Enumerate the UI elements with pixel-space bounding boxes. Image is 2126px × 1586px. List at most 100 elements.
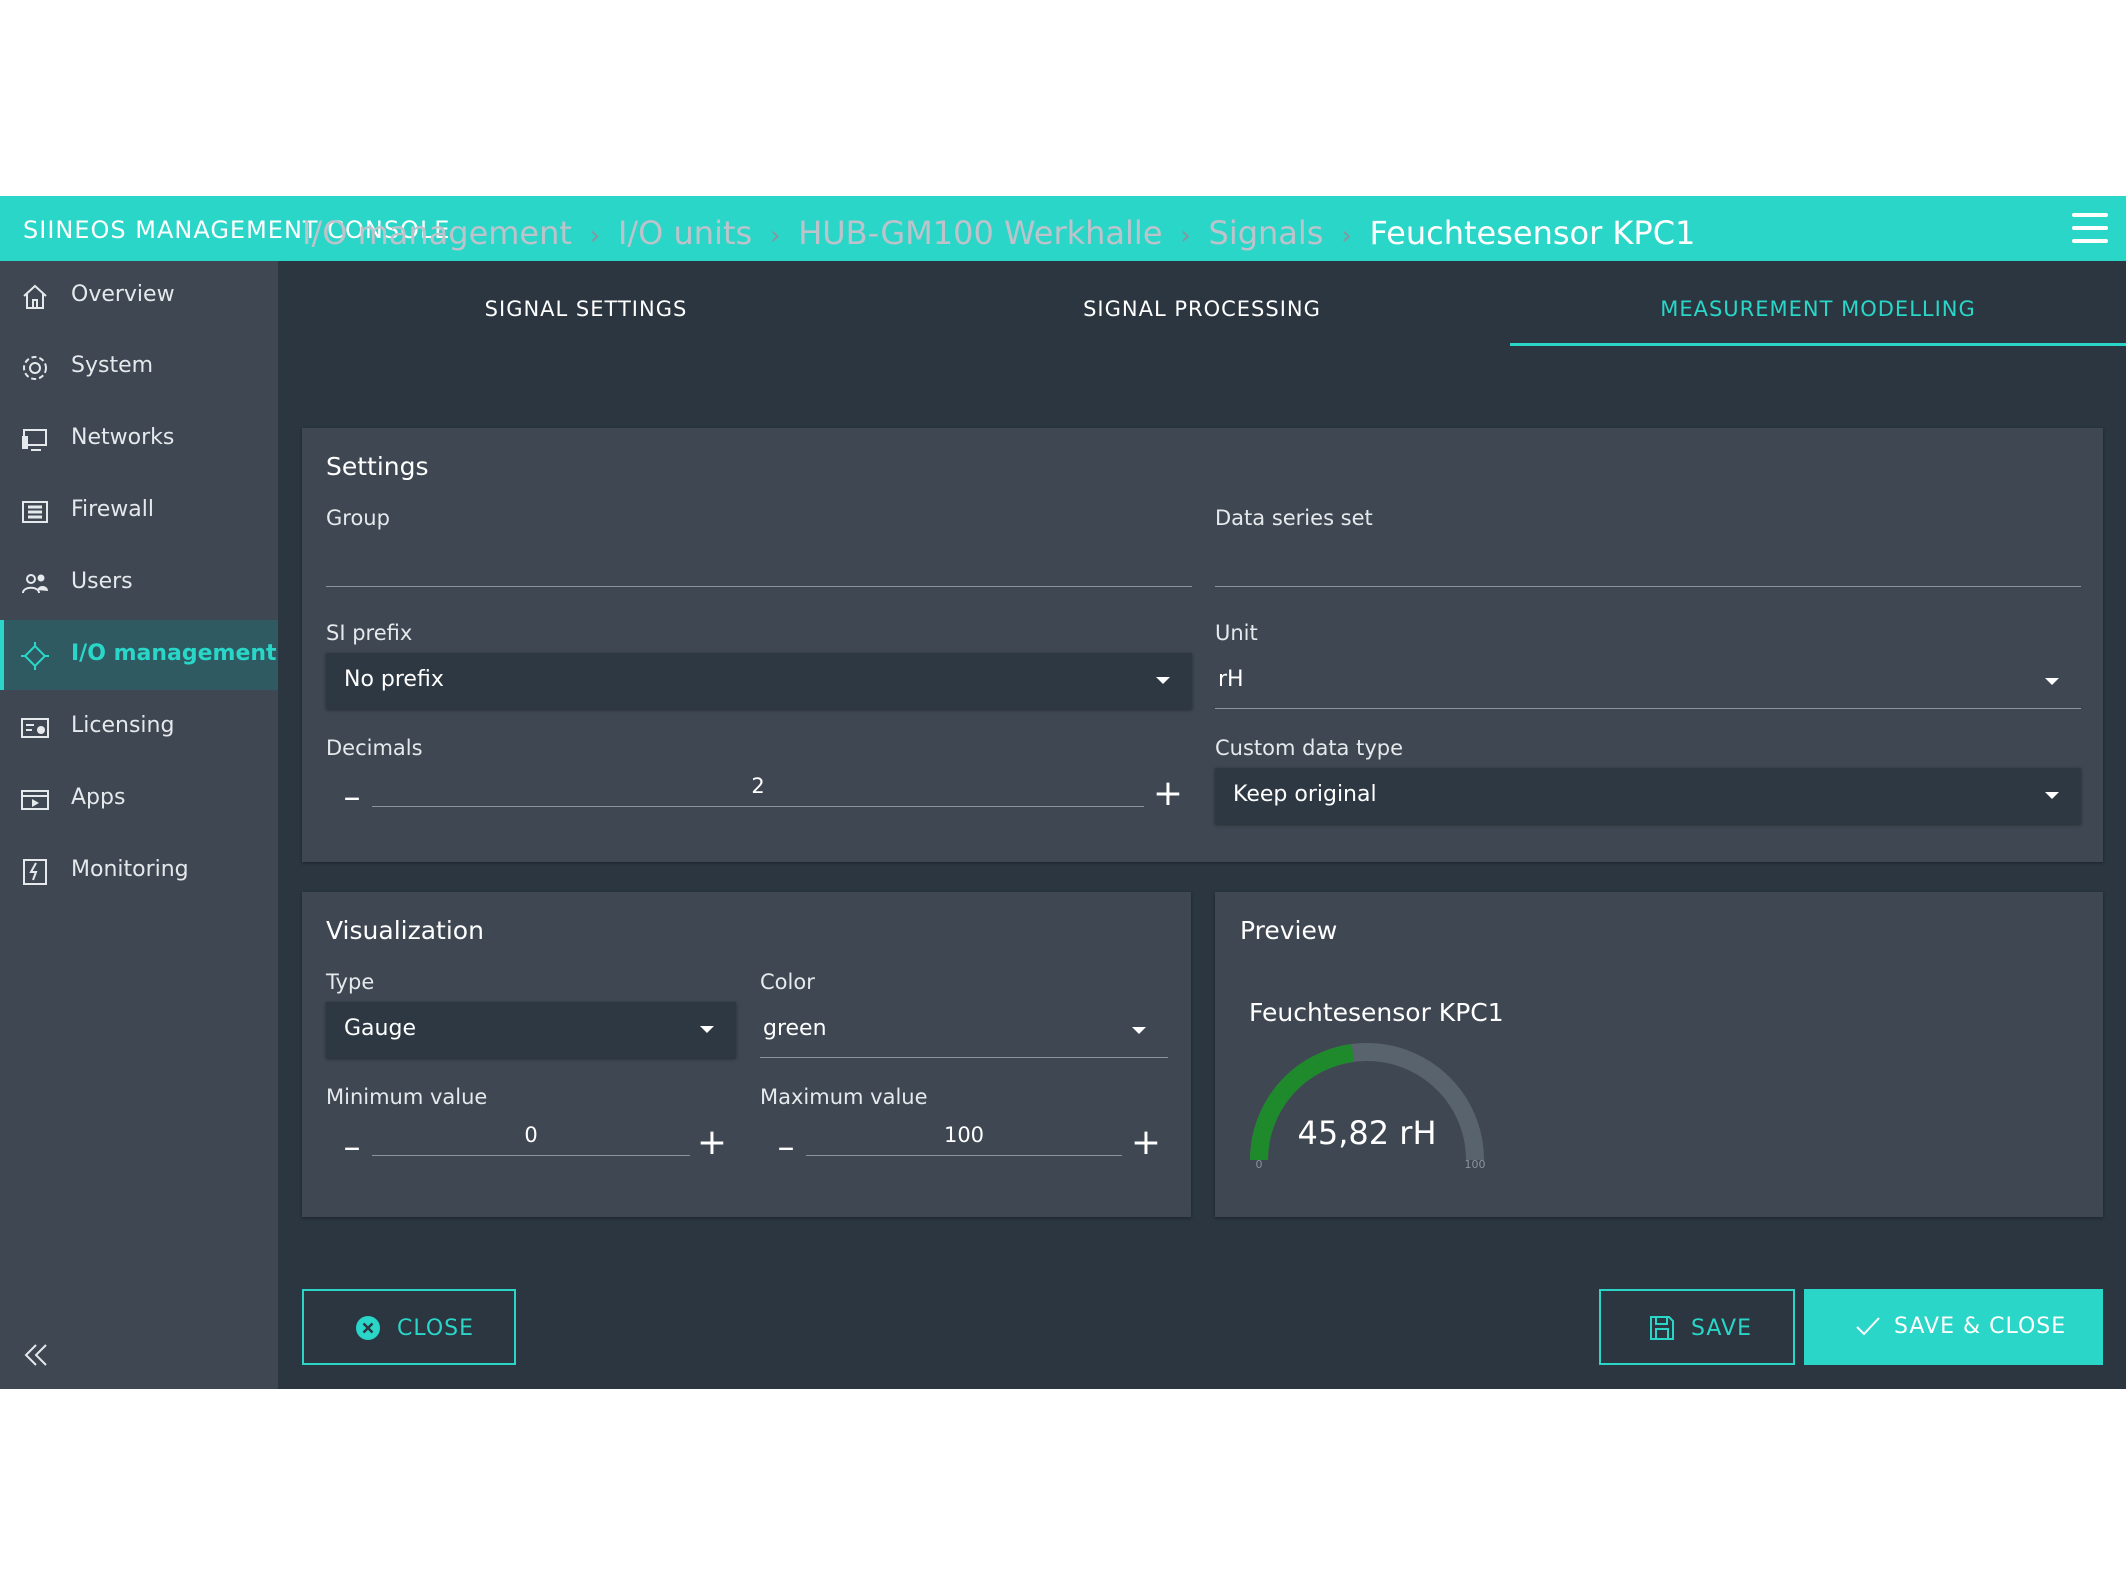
sidebar-item-firewall[interactable]: Firewall (0, 476, 278, 546)
custom-data-type-select[interactable]: Keep original (1215, 768, 2081, 824)
breadcrumb-item-io-units[interactable]: I/O units (618, 214, 752, 252)
data-series-set-input[interactable] (1215, 542, 2081, 587)
save-button-label: SAVE (1691, 1316, 1752, 1341)
breadcrumb-item-io-management[interactable]: I/O management (302, 214, 572, 252)
caret-down-icon (1132, 1027, 1146, 1034)
sidebar-item-apps[interactable]: Apps (0, 764, 278, 834)
app-window: SIINEOS MANAGEMENT CONSOLE Overview Syst… (0, 196, 2126, 1389)
close-circle-icon (356, 1316, 380, 1340)
io-icon (21, 642, 49, 670)
save-and-close-button[interactable]: SAVE & CLOSE (1804, 1289, 2103, 1365)
sidebar: Overview System Networks Firewall Users … (0, 261, 278, 1389)
monitor-icon (22, 429, 47, 451)
minimum-value-input[interactable]: 0 (372, 1115, 690, 1156)
maximum-value-label: Maximum value (760, 1085, 928, 1109)
tab-bar: SIGNAL SETTINGS SIGNAL PROCESSING MEASUR… (278, 278, 2126, 346)
home-icon (23, 284, 47, 309)
sidebar-item-label: Users (71, 569, 133, 594)
gear-icon (23, 356, 47, 380)
caret-down-icon (2045, 678, 2059, 685)
unit-value: rH (1218, 667, 1244, 692)
decimals-input[interactable]: 2 (372, 766, 1144, 807)
gauge-chart: 45,82 rH 0 100 (1250, 1043, 1486, 1171)
decimals-increment-button[interactable]: + (1150, 776, 1186, 812)
sidebar-item-label: I/O management (71, 641, 277, 666)
visualization-card: Visualization Type Gauge Color green Min… (302, 892, 1191, 1217)
breadcrumb-item-signals[interactable]: Signals (1209, 214, 1324, 252)
tab-signal-processing[interactable]: SIGNAL PROCESSING (894, 278, 1510, 346)
maximum-increment-button[interactable]: + (1128, 1125, 1164, 1161)
minimum-value-label: Minimum value (326, 1085, 488, 1109)
group-input[interactable] (326, 542, 1192, 587)
gauge-value: 45,82 rH (1298, 1114, 1437, 1152)
sidebar-item-monitoring[interactable]: Monitoring (0, 836, 278, 906)
custom-data-type-label: Custom data type (1215, 736, 1404, 760)
sidebar-item-overview[interactable]: Overview (0, 261, 278, 331)
chevron-right-icon: › (1180, 221, 1191, 251)
sidebar-item-label: Apps (71, 785, 126, 810)
si-prefix-label: SI prefix (326, 621, 413, 645)
unit-select[interactable]: rH (1215, 654, 2081, 709)
decimals-decrement-button[interactable]: – (334, 780, 370, 818)
collapse-sidebar-icon[interactable] (20, 1339, 52, 1371)
sidebar-item-label: System (71, 353, 154, 378)
save-and-close-button-label: SAVE & CLOSE (1894, 1314, 2067, 1339)
preview-card: Preview Feuchtesensor KPC1 45,82 rH 0 10… (1215, 892, 2103, 1217)
minimum-decrement-button[interactable]: – (334, 1130, 370, 1168)
gauge-title: Feuchtesensor KPC1 (1249, 998, 1504, 1027)
apps-icon (21, 790, 49, 810)
group-label: Group (326, 506, 390, 530)
color-select[interactable]: green (760, 1003, 1168, 1058)
sidebar-item-system[interactable]: System (0, 332, 278, 402)
sidebar-item-label: Licensing (71, 713, 175, 738)
type-label: Type (326, 970, 375, 994)
settings-title: Settings (326, 452, 429, 481)
chevron-right-icon: › (769, 221, 781, 251)
custom-data-type-value: Keep original (1233, 782, 1377, 807)
chevron-right-icon: › (589, 221, 601, 251)
close-button-label: CLOSE (397, 1316, 475, 1341)
sidebar-item-io-management[interactable]: I/O management (0, 620, 278, 690)
tab-signal-settings[interactable]: SIGNAL SETTINGS (278, 278, 894, 346)
gauge-min-label: 0 (1256, 1158, 1263, 1171)
firewall-icon (22, 501, 48, 523)
color-label: Color (760, 970, 815, 994)
tab-measurement-modelling[interactable]: MEASUREMENT MODELLING (1510, 278, 2126, 346)
maximum-decrement-button[interactable]: – (768, 1130, 804, 1168)
sidebar-item-label: Overview (71, 282, 175, 307)
unit-label: Unit (1215, 621, 1258, 645)
settings-card: Settings Group Data series set SI prefix… (302, 428, 2103, 862)
breadcrumb-item-current: Feuchtesensor KPC1 (1369, 214, 1696, 252)
preview-title: Preview (1240, 916, 1338, 945)
sidebar-item-label: Networks (71, 425, 175, 450)
sidebar-item-label: Monitoring (71, 857, 189, 882)
data-series-set-label: Data series set (1215, 506, 1373, 530)
si-prefix-select[interactable]: No prefix (326, 653, 1192, 709)
type-select[interactable]: Gauge (326, 1002, 736, 1058)
save-button[interactable]: SAVE (1599, 1289, 1795, 1365)
menu-icon[interactable] (2072, 213, 2108, 243)
breadcrumb: I/O management › I/O units › HUB-GM100 Werkh… (302, 214, 1695, 264)
floppy-disk-icon (1650, 1316, 1674, 1340)
si-prefix-value: No prefix (344, 667, 444, 692)
checkmark-icon (1856, 1317, 1880, 1336)
gauge-max-label: 100 (1465, 1158, 1486, 1171)
sidebar-item-label: Firewall (71, 497, 154, 522)
chevron-right-icon: › (1341, 221, 1352, 251)
decimals-label: Decimals (326, 736, 423, 760)
sidebar-item-networks[interactable]: Networks (0, 404, 278, 474)
caret-down-icon (700, 1026, 714, 1033)
license-icon (21, 718, 49, 738)
close-button[interactable]: CLOSE (302, 1289, 516, 1365)
sidebar-item-users[interactable]: Users (0, 548, 278, 618)
caret-down-icon (2045, 792, 2059, 799)
caret-down-icon (1156, 677, 1170, 684)
breadcrumb-item-unit[interactable]: HUB-GM100 Werkhalle (798, 214, 1162, 252)
maximum-value-input[interactable]: 100 (806, 1115, 1122, 1156)
users-icon (22, 574, 48, 594)
sidebar-item-licensing[interactable]: Licensing (0, 692, 278, 762)
visualization-title: Visualization (326, 916, 484, 945)
type-value: Gauge (344, 1016, 416, 1041)
minimum-increment-button[interactable]: + (694, 1125, 730, 1161)
monitoring-icon (23, 859, 47, 885)
